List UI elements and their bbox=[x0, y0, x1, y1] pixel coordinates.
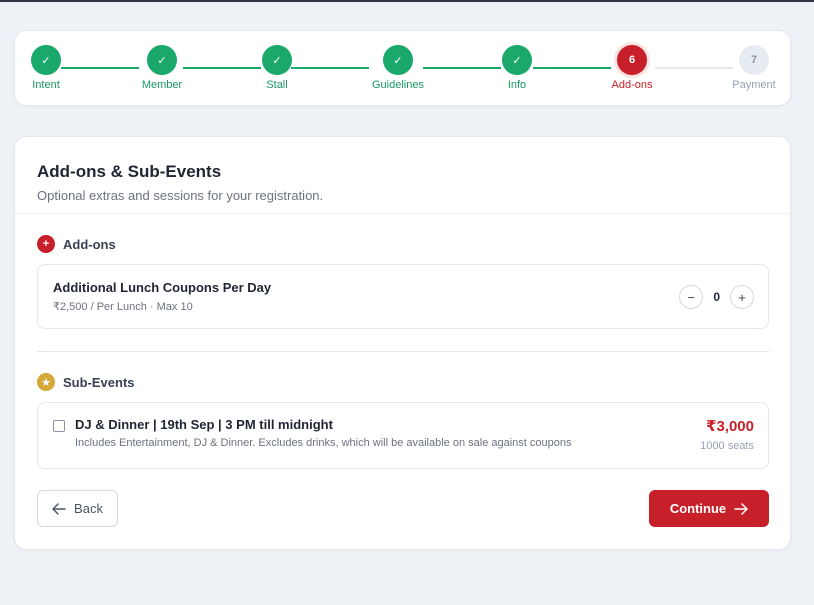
quantity-value: 0 bbox=[713, 290, 720, 304]
sub-event-price: ₹3,000 bbox=[706, 418, 754, 435]
check-icon: ✓ bbox=[147, 45, 177, 75]
add-ons-card: Add-ons & Sub-Events Optional extras and… bbox=[14, 136, 791, 550]
quantity-stepper: − 0 + bbox=[679, 285, 754, 309]
check-icon: ✓ bbox=[262, 45, 292, 75]
step-intent[interactable]: ✓ Intent bbox=[6, 45, 86, 91]
page-title: Add-ons & Sub-Events bbox=[37, 162, 222, 181]
back-button[interactable]: Back bbox=[37, 490, 118, 527]
step-label: Add-ons bbox=[611, 79, 653, 91]
addon-name: Additional Lunch Coupons Per Day bbox=[53, 280, 272, 295]
step-member[interactable]: ✓ Member bbox=[122, 45, 202, 91]
step-label: Info bbox=[507, 79, 527, 91]
step-number: 7 bbox=[739, 45, 769, 75]
step-stall[interactable]: ✓ Stall bbox=[237, 45, 317, 91]
increment-button[interactable]: + bbox=[730, 285, 754, 309]
section-title: Add-ons bbox=[63, 236, 116, 252]
add-ons-heading: + Add-ons bbox=[37, 235, 116, 253]
header-divider bbox=[15, 213, 790, 214]
sub-event-name: DJ & Dinner | 19th Sep | 3 PM till midni… bbox=[75, 417, 333, 432]
star-icon: ★ bbox=[37, 373, 55, 391]
decrement-button[interactable]: − bbox=[679, 285, 704, 309]
step-guidelines[interactable]: ✓ Guidelines bbox=[358, 45, 438, 91]
arrow-right-icon bbox=[734, 502, 748, 515]
check-icon: ✓ bbox=[31, 45, 61, 75]
check-icon: ✓ bbox=[502, 45, 532, 75]
window-top-edge bbox=[0, 0, 814, 2]
page-subtitle: Optional extras and sessions for your re… bbox=[37, 188, 324, 203]
sub-event-description: Includes Entertainment, DJ & Dinner. Exc… bbox=[75, 437, 572, 449]
sub-event-checkbox[interactable] bbox=[53, 420, 65, 432]
progress-stepper: ✓ Intent ✓ Member ✓ Stall ✓ Guidelines ✓… bbox=[14, 30, 791, 106]
section-divider bbox=[37, 351, 769, 352]
arrow-left-icon bbox=[52, 502, 66, 515]
back-label: Back bbox=[74, 501, 103, 516]
check-icon: ✓ bbox=[383, 45, 413, 75]
step-payment[interactable]: 7 Payment bbox=[714, 45, 794, 91]
continue-label: Continue bbox=[669, 501, 727, 516]
sub-event-seats: 1000 seats bbox=[700, 440, 754, 452]
plus-icon: + bbox=[37, 235, 55, 253]
sub-event-item[interactable]: DJ & Dinner | 19th Sep | 3 PM till midni… bbox=[37, 402, 769, 469]
step-label: Member bbox=[141, 79, 183, 91]
step-label: Intent bbox=[32, 79, 60, 91]
sub-events-heading: ★ Sub-Events bbox=[37, 373, 135, 391]
addon-price-meta: ₹2,500 / Per Lunch · Max 10 bbox=[53, 301, 193, 313]
step-label: Payment bbox=[732, 79, 776, 91]
section-title: Sub-Events bbox=[63, 374, 135, 390]
step-number: 6 bbox=[617, 45, 647, 75]
step-label: Guidelines bbox=[372, 79, 424, 91]
step-label: Stall bbox=[266, 79, 288, 91]
addon-item: Additional Lunch Coupons Per Day ₹2,500 … bbox=[37, 264, 769, 329]
step-add-ons[interactable]: 6 Add-ons bbox=[592, 45, 672, 91]
continue-button[interactable]: Continue bbox=[649, 490, 769, 527]
step-info[interactable]: ✓ Info bbox=[477, 45, 557, 91]
